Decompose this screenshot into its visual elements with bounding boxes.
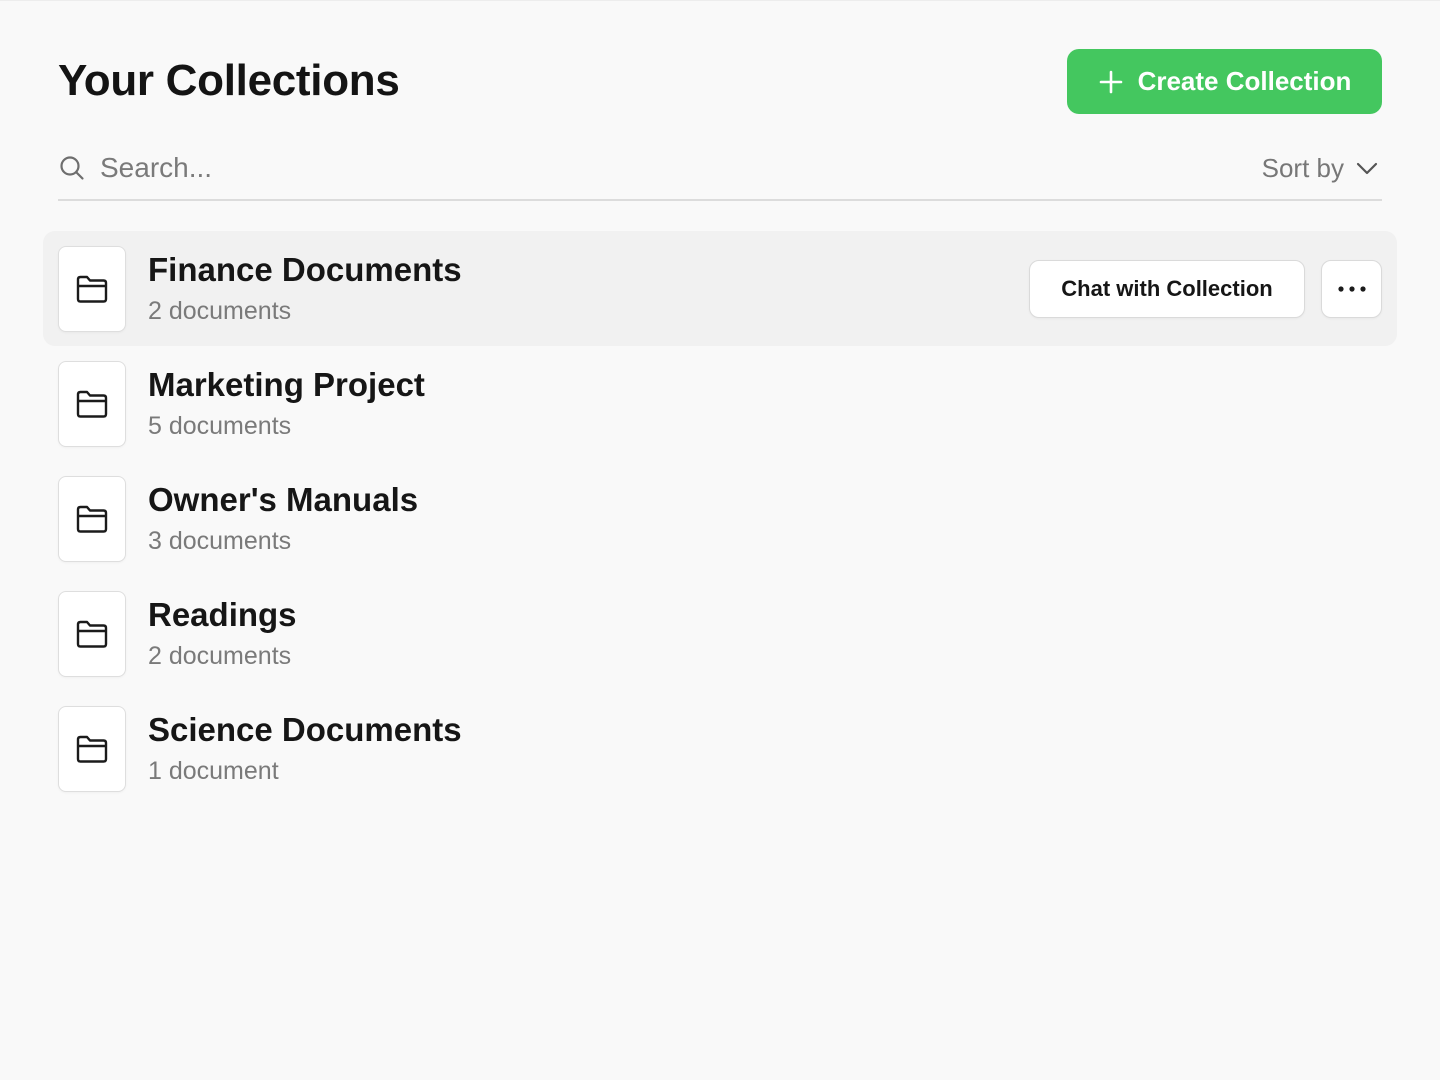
collection-document-count: 5 documents xyxy=(148,411,292,440)
collection-row[interactable]: Finance Documents 2 documents Chat with … xyxy=(43,231,1397,346)
search-bar: Sort by xyxy=(58,137,1382,201)
collection-info: Finance Documents 2 documents xyxy=(148,250,462,328)
collection-info: Science Documents 1 document xyxy=(148,710,462,788)
plus-icon xyxy=(1098,69,1124,95)
collection-name: Finance Documents xyxy=(148,250,462,288)
folder-tile xyxy=(58,705,126,792)
collection-info: Readings 2 documents xyxy=(148,595,297,673)
folder-icon xyxy=(73,500,111,538)
collection-document-count: 1 document xyxy=(148,756,279,785)
folder-tile xyxy=(58,590,126,677)
collection-document-count: 2 documents xyxy=(148,641,292,670)
more-icon xyxy=(1337,285,1367,293)
folder-tile xyxy=(58,475,126,562)
collection-row[interactable]: Owner's Manuals 3 documents xyxy=(43,461,1397,576)
collection-document-count: 3 documents xyxy=(148,526,292,555)
folder-tile xyxy=(58,360,126,447)
collection-name: Owner's Manuals xyxy=(148,480,419,518)
page-title: Your Collections xyxy=(58,56,400,105)
folder-icon xyxy=(73,615,111,653)
sort-by-dropdown[interactable]: Sort by xyxy=(1262,153,1382,184)
collection-info: Marketing Project 5 documents xyxy=(148,365,425,443)
collection-row[interactable]: Readings 2 documents xyxy=(43,576,1397,691)
collections-page: Your Collections Create Collection Sort … xyxy=(0,0,1440,1080)
search-input[interactable] xyxy=(100,148,1262,188)
folder-icon xyxy=(73,270,111,308)
collection-row[interactable]: Marketing Project 5 documents xyxy=(43,346,1397,461)
collection-list: Finance Documents 2 documents Chat with … xyxy=(43,231,1397,806)
collection-name: Readings xyxy=(148,595,297,633)
collection-document-count: 2 documents xyxy=(148,296,292,325)
create-collection-label: Create Collection xyxy=(1137,66,1352,96)
row-actions: Chat with Collection xyxy=(1029,260,1382,318)
search-icon xyxy=(58,154,86,182)
collection-row[interactable]: Science Documents 1 document xyxy=(43,691,1397,806)
collection-name: Science Documents xyxy=(148,710,462,748)
sort-by-label: Sort by xyxy=(1261,152,1344,183)
folder-icon xyxy=(73,730,111,768)
collection-name: Marketing Project xyxy=(148,365,425,403)
chat-with-collection-button[interactable]: Chat with Collection xyxy=(1029,260,1305,318)
folder-icon xyxy=(73,385,111,423)
create-collection-button[interactable]: Create Collection xyxy=(1067,49,1382,114)
collection-info: Owner's Manuals 3 documents xyxy=(148,480,418,558)
more-options-button[interactable] xyxy=(1321,260,1382,318)
chevron-down-icon xyxy=(1354,155,1380,181)
folder-tile xyxy=(58,245,126,332)
